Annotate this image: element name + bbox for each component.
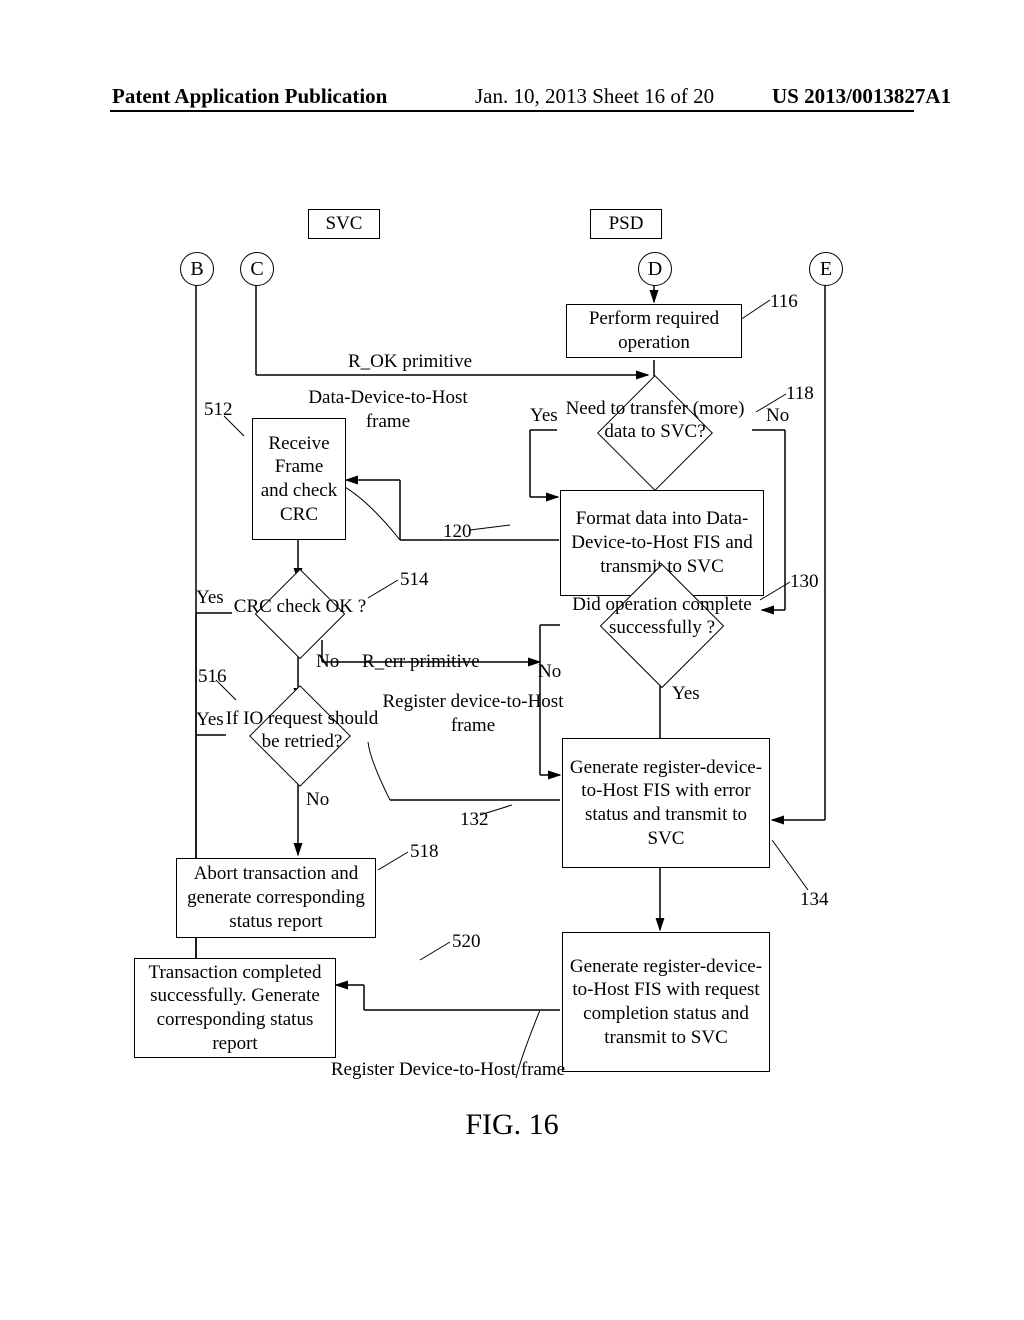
box-512: Receive Frame and check CRC xyxy=(252,418,346,540)
d130-yes: Yes xyxy=(672,682,700,706)
ref-512: 512 xyxy=(204,398,233,422)
connector-E: E xyxy=(809,252,843,286)
diamond-118-text: Need to transfer (more) data to SVC? xyxy=(562,398,748,444)
d118-yes: Yes xyxy=(530,404,558,428)
ref-520: 520 xyxy=(452,930,481,954)
ref-516: 516 xyxy=(198,665,227,689)
connector-D: D xyxy=(638,252,672,286)
ref-132: 132 xyxy=(460,808,489,832)
header-rule xyxy=(110,110,914,112)
header-mid: Jan. 10, 2013 Sheet 16 of 20 xyxy=(475,84,714,109)
rdh1-label: Register device-to-Host frame xyxy=(368,690,578,738)
d516-yes: Yes xyxy=(196,708,224,732)
header-right: US 2013/0013827A1 xyxy=(772,84,951,109)
connector-C: C xyxy=(240,252,274,286)
diamond-516-text: If IO request should be retried? xyxy=(224,708,380,754)
box-134: Generate register-device-to-Host FIS wit… xyxy=(562,932,770,1072)
ref-518: 518 xyxy=(410,840,439,864)
diamond-514-text: CRC check OK ? xyxy=(232,596,368,619)
diamond-130-text: Did operation complete successfully ? xyxy=(560,594,764,640)
ref-116: 116 xyxy=(770,290,798,314)
d118-no: No xyxy=(766,404,789,428)
rok-label: R_OK primitive xyxy=(348,350,472,374)
rerr-label: R_err primitive xyxy=(362,650,480,674)
connector-B: B xyxy=(180,252,214,286)
box-518: Abort transaction and generate correspon… xyxy=(176,858,376,938)
ref-130: 130 xyxy=(790,570,819,594)
box-520: Transaction completed successfully. Gene… xyxy=(134,958,336,1058)
header-left: Patent Application Publication xyxy=(112,84,387,109)
d130-no: No xyxy=(538,660,561,684)
d516-no: No xyxy=(306,788,329,812)
psd-box: PSD xyxy=(590,209,662,239)
box-132: Generate register-device-to-Host FIS wit… xyxy=(562,738,770,868)
page: Patent Application Publication Jan. 10, … xyxy=(0,0,1024,1320)
ref-118: 118 xyxy=(786,382,814,406)
d514-no: No xyxy=(316,650,339,674)
ref-120: 120 xyxy=(443,520,472,544)
ref-134: 134 xyxy=(800,888,829,912)
rdh2-label: Register Device-to-Host frame xyxy=(318,1058,578,1082)
d514-yes: Yes xyxy=(196,586,224,610)
svc-box: SVC xyxy=(308,209,380,239)
figure-label: FIG. 16 xyxy=(0,1108,1024,1142)
ref-514: 514 xyxy=(400,568,429,592)
box-116: Perform required operation xyxy=(566,304,742,358)
